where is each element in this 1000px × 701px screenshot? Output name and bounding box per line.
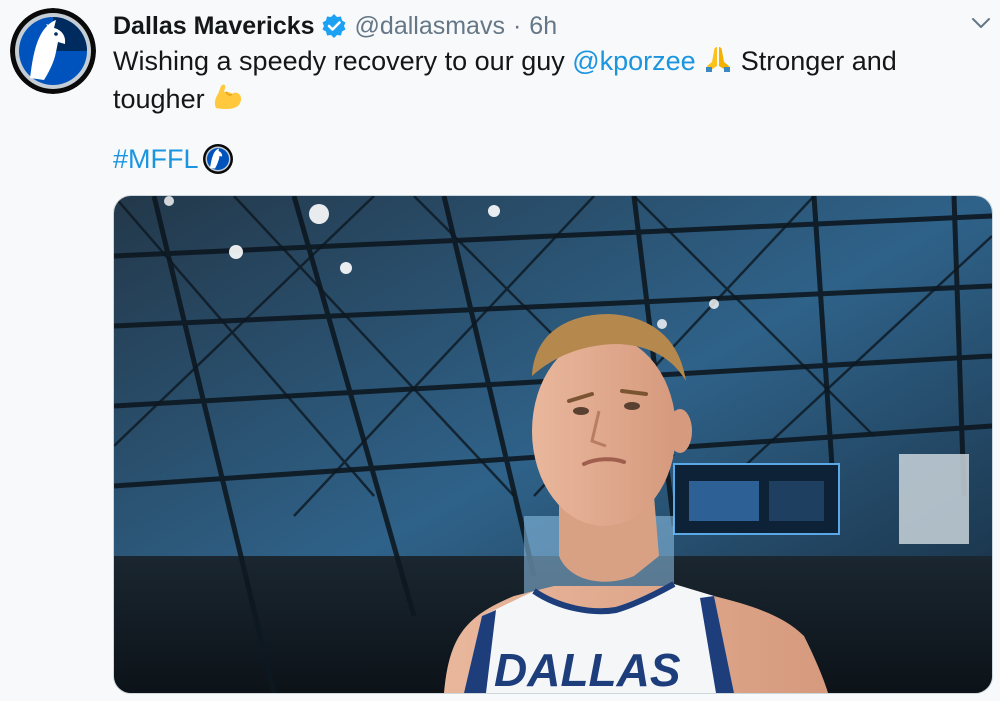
player-photo-icon: DALLAS bbox=[114, 196, 992, 693]
tweet-media-photo[interactable]: DALLAS bbox=[113, 195, 993, 694]
separator-dot: · bbox=[512, 11, 522, 40]
mavericks-logo-icon bbox=[10, 8, 96, 94]
tweet-header: Dallas Mavericks @dallasmavs · 6h bbox=[113, 10, 557, 42]
jersey-text: DALLAS bbox=[494, 644, 681, 693]
timestamp[interactable]: 6h bbox=[529, 12, 557, 41]
verified-badge-icon bbox=[321, 13, 347, 39]
tweet-text: Wishing a speedy recovery to our guy @kp… bbox=[113, 44, 973, 120]
chevron-down-icon[interactable] bbox=[966, 10, 996, 36]
flexed-biceps-icon bbox=[212, 82, 244, 120]
mention-link[interactable]: @kporzee bbox=[572, 46, 695, 76]
mavericks-hashflag-icon bbox=[202, 144, 233, 174]
tweet-text-part: Wishing a speedy recovery to our guy bbox=[113, 46, 573, 76]
user-handle[interactable]: @dallasmavs bbox=[355, 12, 505, 41]
hashtag-line: #MFFL bbox=[113, 142, 233, 176]
display-name[interactable]: Dallas Mavericks bbox=[113, 12, 315, 41]
hashtag-link[interactable]: #MFFL bbox=[113, 142, 199, 176]
folded-hands-icon bbox=[703, 44, 733, 82]
avatar[interactable] bbox=[10, 8, 96, 94]
